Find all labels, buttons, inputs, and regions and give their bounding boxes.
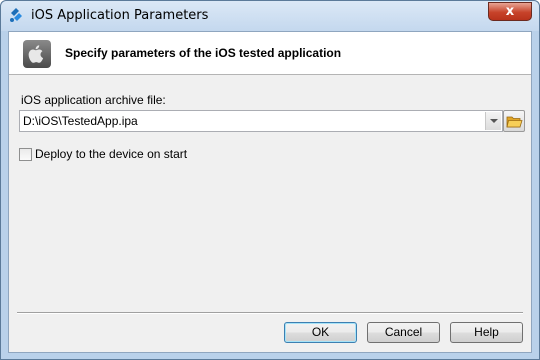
archive-file-value[interactable]: D:\iOS\TestedApp.ipa [23, 114, 138, 128]
app-logo-icon [8, 7, 25, 24]
title-bar[interactable]: iOS Application Parameters x [1, 1, 539, 31]
browse-button[interactable] [503, 110, 525, 132]
window-title: iOS Application Parameters [31, 8, 209, 23]
dialog-header: Specify parameters of the iOS tested app… [9, 32, 531, 75]
folder-icon [506, 116, 523, 128]
archive-file-label: iOS application archive file: [21, 93, 166, 107]
deploy-checkbox[interactable] [19, 148, 32, 161]
help-button[interactable]: Help [450, 322, 523, 343]
archive-file-combobox[interactable]: D:\iOS\TestedApp.ipa [19, 110, 503, 132]
ok-button[interactable]: OK [284, 322, 357, 343]
apple-icon [23, 40, 51, 68]
cancel-button[interactable]: Cancel [367, 322, 440, 343]
header-title: Specify parameters of the iOS tested app… [65, 46, 342, 60]
deploy-checkbox-label[interactable]: Deploy to the device on start [35, 147, 187, 161]
close-button[interactable]: x [488, 2, 532, 21]
button-separator [17, 312, 523, 314]
chevron-down-icon [490, 119, 498, 123]
dialog-body: Specify parameters of the iOS tested app… [8, 31, 532, 353]
combobox-dropdown-button[interactable] [485, 112, 501, 130]
dialog-window: iOS Application Parameters x Specify par… [0, 0, 540, 360]
